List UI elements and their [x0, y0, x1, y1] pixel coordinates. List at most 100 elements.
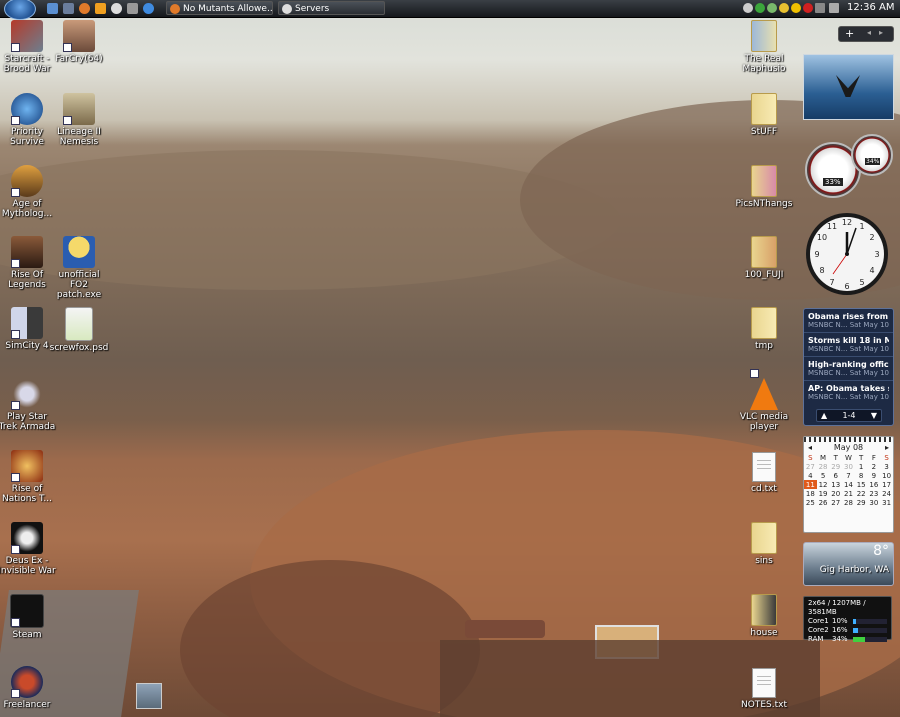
calendar-next-icon[interactable]: ▸ — [885, 442, 889, 453]
messenger-tray-icon[interactable] — [779, 3, 789, 13]
calendar-day[interactable]: 8 — [855, 471, 868, 480]
calendar-day[interactable]: 16 — [868, 480, 881, 489]
calendar-day[interactable]: 26 — [817, 498, 830, 507]
news-item[interactable]: Obama rises from ob... MSNBC N...Sat May… — [804, 309, 893, 333]
desktop-icon-house[interactable]: house — [734, 594, 794, 638]
calendar-day[interactable]: 21 — [842, 489, 855, 498]
desktop-icon-notes-txt[interactable]: NOTES.txt — [734, 668, 794, 710]
calendar-day[interactable]: 29 — [829, 462, 842, 471]
calendar-prev-icon[interactable]: ◂ — [808, 442, 812, 453]
green-tray-icon[interactable] — [755, 3, 765, 13]
calendar-day[interactable]: 27 — [804, 462, 817, 471]
taskbar-window-steam[interactable]: Servers — [278, 1, 385, 15]
calendar-day[interactable]: 29 — [855, 498, 868, 507]
desktop-icon-the-real-maphusio[interactable]: The Real Maphusio — [734, 20, 794, 74]
calendar-day[interactable]: 10 — [880, 471, 893, 480]
volume-icon[interactable] — [829, 3, 839, 13]
desktop-icon-fo2-patch[interactable]: unofficial FO2 patch.exe — [49, 236, 109, 300]
start-orb-button[interactable] — [4, 0, 36, 20]
news-feed-gadget[interactable]: Obama rises from ob... MSNBC N...Sat May… — [803, 308, 894, 426]
calendar-day[interactable]: 30 — [842, 462, 855, 471]
firefox-icon[interactable] — [79, 3, 90, 14]
news-next-icon[interactable]: ▼ — [871, 410, 877, 421]
calendar-day[interactable]: 6 — [829, 471, 842, 480]
calendar-day[interactable]: 18 — [804, 489, 817, 498]
calendar-day[interactable]: 20 — [829, 489, 842, 498]
app-icon[interactable] — [127, 3, 138, 14]
desktop-icon-stuff[interactable]: StUFF — [734, 93, 794, 137]
calendar-day[interactable]: 17 — [880, 480, 893, 489]
smiley-tray-icon[interactable] — [791, 3, 801, 13]
show-desktop-icon[interactable] — [47, 3, 58, 14]
news-prev-icon[interactable]: ▲ — [821, 410, 827, 421]
news-item[interactable]: Storms kill 18 in Mis... MSNBC N...Sat M… — [804, 333, 893, 357]
desktop-icon-rise-of-nations[interactable]: Rise of Nations T... — [0, 450, 57, 504]
network-tray-icon[interactable] — [767, 3, 777, 13]
desktop-icon-deus-ex[interactable]: Deus Ex - Invisible War — [0, 522, 57, 576]
desktop-icon-steam[interactable]: Steam — [0, 594, 57, 640]
sidebar-toolbar: + ◂ ▸ — [838, 26, 894, 42]
calendar-day[interactable]: 15 — [855, 480, 868, 489]
icon-label: Rise of Nations T... — [1, 484, 53, 504]
steam-tray-icon[interactable] — [743, 3, 753, 13]
icon-label: Play Star Trek Armada — [0, 412, 56, 432]
steam-icon[interactable] — [111, 3, 122, 14]
news-headline: Storms kill 18 in Mis... — [808, 336, 889, 345]
calendar-day[interactable]: 5 — [817, 471, 830, 480]
calendar-day[interactable]: 13 — [829, 480, 842, 489]
media-player-icon[interactable] — [95, 3, 106, 14]
calendar-day[interactable]: 25 — [804, 498, 817, 507]
weather-gadget[interactable]: 8° Gig Harbor, WA — [803, 542, 894, 586]
calendar-day[interactable]: 3 — [880, 462, 893, 471]
calendar-day[interactable]: 4 — [804, 471, 817, 480]
calendar-day[interactable]: 22 — [855, 489, 868, 498]
news-meta: MSNBC N... Sat May 10 — [808, 369, 889, 377]
prev-gadget-icon[interactable]: ◂ — [867, 28, 871, 37]
desktop-icon-100-fuji[interactable]: 100_FUJI — [734, 236, 794, 280]
red-tray-icon[interactable] — [803, 3, 813, 13]
calendar-day[interactable]: 7 — [842, 471, 855, 480]
calendar-day[interactable]: 24 — [880, 489, 893, 498]
calendar-day[interactable]: 12 — [817, 480, 830, 489]
desktop-icon-farcry[interactable]: FarCry(64) — [49, 20, 109, 64]
desktop-icon-vlc[interactable]: VLC media player — [734, 369, 794, 432]
clock[interactable]: 12:36 AM — [847, 2, 894, 13]
cpu-meter-gadget[interactable]: 33% 34% — [803, 134, 893, 204]
add-gadget-button[interactable]: + — [845, 27, 854, 40]
calendar-day[interactable]: 2 — [868, 462, 881, 471]
system-monitor-gadget[interactable]: 2x64 / 1207MB / 3581MB Core1 10% Core2 16% R… — [803, 596, 892, 643]
calendar-day[interactable]: 9 — [868, 471, 881, 480]
desktop-icon-star-trek[interactable]: Play Star Trek Armada — [0, 378, 57, 432]
ie-icon[interactable] — [143, 3, 154, 14]
desktop-icon-sins[interactable]: sins — [734, 522, 794, 566]
desktop-icon-lineage[interactable]: Lineage II Nemesis — [49, 93, 109, 147]
news-source: MSNBC N... — [808, 345, 848, 353]
calendar-day[interactable]: 19 — [817, 489, 830, 498]
calendar-day[interactable]: 1 — [855, 462, 868, 471]
calendar-day[interactable]: 23 — [868, 489, 881, 498]
monitor-tray-icon[interactable] — [815, 3, 825, 13]
calendar-day[interactable]: 31 — [880, 498, 893, 507]
news-item[interactable]: AP: Obama takes su... MSNBC N...Sat May … — [804, 381, 893, 404]
switch-windows-icon[interactable] — [63, 3, 74, 14]
calendar-day[interactable]: 11 — [804, 480, 817, 489]
clock-gadget[interactable]: 12 1 2 345 678 9 10 11 — [803, 210, 892, 298]
calendar-day[interactable]: 14 — [842, 480, 855, 489]
calendar-day[interactable]: 27 — [829, 498, 842, 507]
news-item[interactable]: High-ranking officer ... MSNBC N...Sat M… — [804, 357, 893, 381]
folder-icon — [751, 165, 777, 197]
desktop-icon-tmp[interactable]: tmp — [734, 307, 794, 351]
desktop-icon-age-of-mythology[interactable]: Age of Mytholog... — [0, 165, 57, 219]
calendar-day[interactable]: 28 — [842, 498, 855, 507]
desktop-icon-freelancer[interactable]: Freelancer — [0, 666, 57, 710]
taskbar-window-firefox[interactable]: No Mutants Allowe... — [166, 1, 273, 15]
desktop-icon-cd-txt[interactable]: cd.txt — [734, 452, 794, 494]
desktop-icon-picsnthangs[interactable]: PicsNThangs — [734, 165, 794, 209]
slideshow-gadget[interactable] — [803, 54, 894, 120]
desktop-icon-screwfox[interactable]: screwfox.psd — [49, 307, 109, 353]
calendar-day[interactable]: 28 — [817, 462, 830, 471]
thumbnail-icon[interactable] — [136, 683, 162, 709]
calendar-gadget[interactable]: ◂ May 08 ▸ SMTWTFS 27 28 29 30 1 2 3 4 5 6 7 8 9 10 11… — [803, 436, 894, 533]
next-gadget-icon[interactable]: ▸ — [879, 28, 883, 37]
calendar-day[interactable]: 30 — [868, 498, 881, 507]
